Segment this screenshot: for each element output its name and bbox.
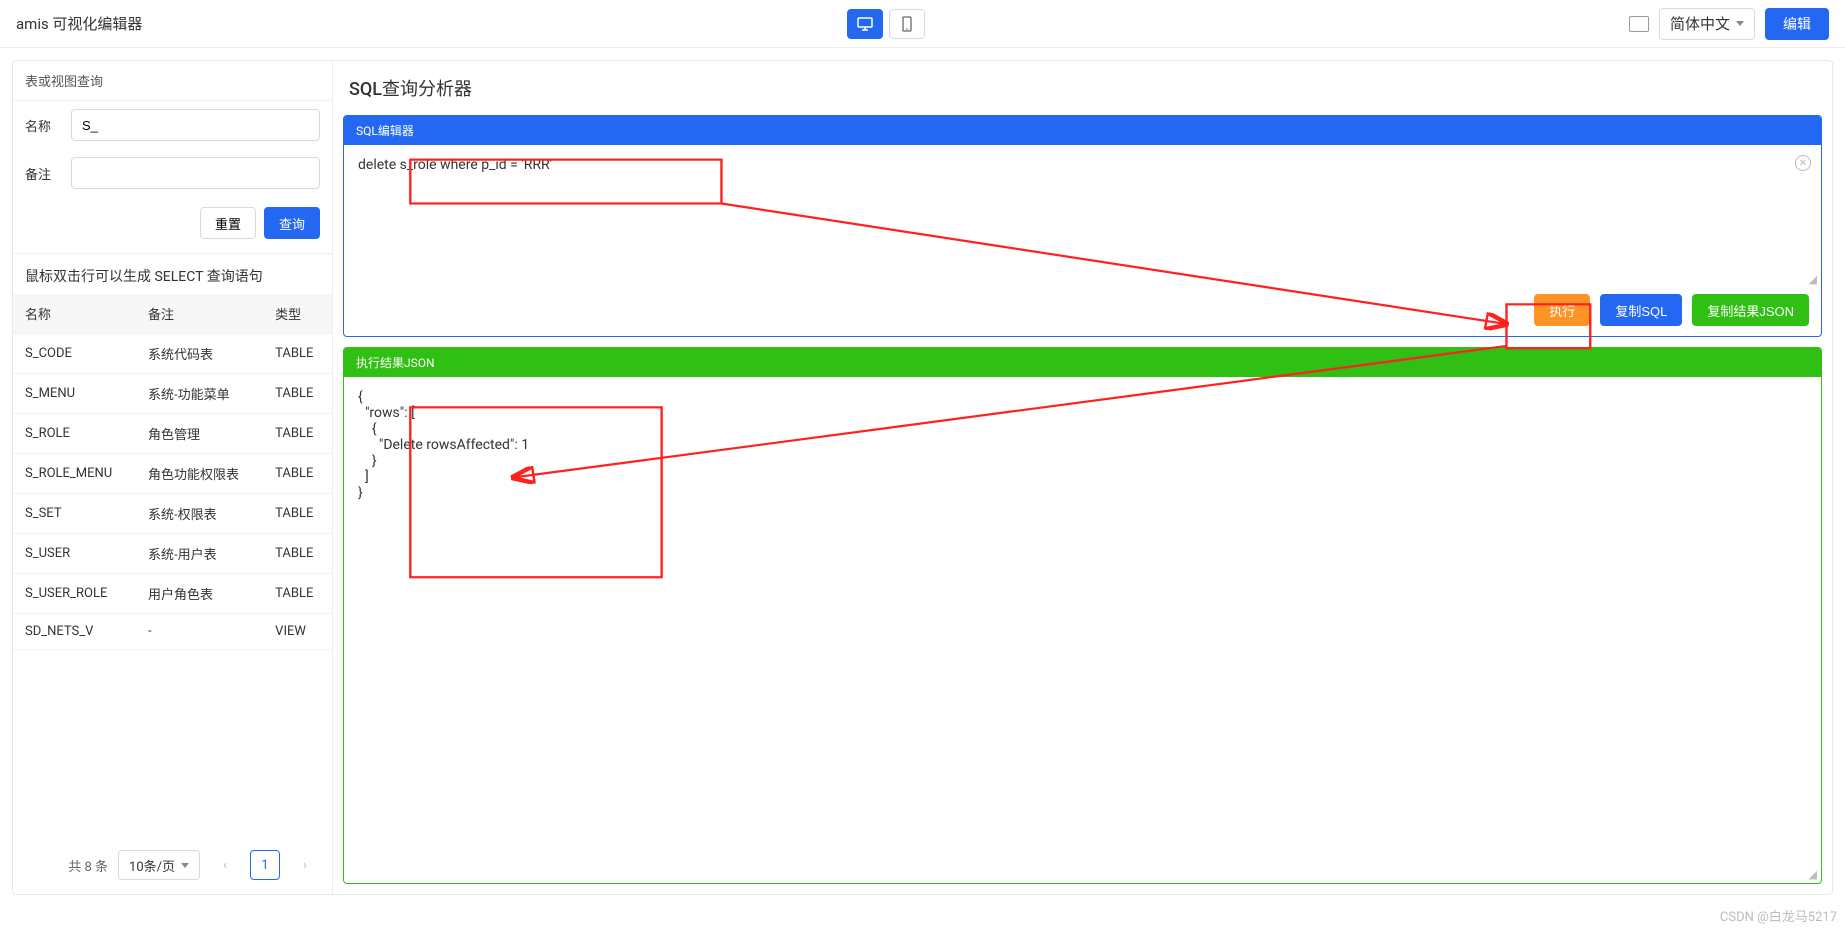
- canvas: 表或视图查询 名称 备注 重置 查询 鼠标双击行可以生成 SELECT 查询语句…: [12, 60, 1833, 895]
- page-1[interactable]: 1: [250, 850, 280, 880]
- cell-remark: 系统-功能菜单: [136, 374, 263, 414]
- remark-input[interactable]: [71, 157, 320, 189]
- col-name: 名称: [13, 294, 136, 334]
- cell-remark: 角色功能权限表: [136, 454, 263, 494]
- pagination: 共 8 条 10条/页 ‹ 1 ›: [13, 836, 332, 894]
- col-remark: 备注: [136, 294, 263, 334]
- form-actions: 重置 查询: [13, 197, 332, 254]
- watermark: CSDN @白龙马5217: [1720, 906, 1837, 925]
- cell-type: TABLE: [263, 534, 332, 574]
- device-mobile-button[interactable]: [889, 9, 925, 39]
- copy-json-button[interactable]: 复制结果JSON: [1692, 294, 1809, 326]
- resize-handle[interactable]: ◢: [1805, 868, 1821, 883]
- table-row[interactable]: S_MENU系统-功能菜单TABLE: [13, 374, 332, 414]
- page-next[interactable]: ›: [290, 850, 320, 880]
- cell-type: TABLE: [263, 574, 332, 614]
- cell-name: S_SET: [13, 494, 136, 534]
- table-row[interactable]: S_CODE系统代码表TABLE: [13, 334, 332, 374]
- name-input[interactable]: [71, 109, 320, 141]
- cell-remark: 系统-权限表: [136, 494, 263, 534]
- table-row[interactable]: S_USER系统-用户表TABLE: [13, 534, 332, 574]
- keyboard-icon[interactable]: [1629, 16, 1649, 32]
- cell-type: TABLE: [263, 374, 332, 414]
- table-row[interactable]: S_ROLE角色管理TABLE: [13, 414, 332, 454]
- cell-name: S_ROLE_MENU: [13, 454, 136, 494]
- language-label: 简体中文: [1670, 13, 1730, 34]
- topbar: amis 可视化编辑器 简体中文 编辑: [0, 0, 1845, 48]
- per-page-select[interactable]: 10条/页: [118, 850, 200, 880]
- cell-remark: 用户角色表: [136, 574, 263, 614]
- sql-editor-section: SQL编辑器 ✕ ◢ 执行 复制SQL 复制结果JSON: [343, 115, 1822, 337]
- remark-row: 备注: [13, 149, 332, 197]
- table-row[interactable]: SD_NETS_V-VIEW: [13, 614, 332, 650]
- sidebar-hint: 鼠标双击行可以生成 SELECT 查询语句: [13, 254, 332, 294]
- cell-name: S_USER_ROLE: [13, 574, 136, 614]
- cell-remark: 角色管理: [136, 414, 263, 454]
- remark-label: 备注: [25, 164, 61, 183]
- table-row[interactable]: S_SET系统-权限表TABLE: [13, 494, 332, 534]
- cell-name: S_MENU: [13, 374, 136, 414]
- app-title: amis 可视化编辑器: [16, 13, 142, 34]
- page-prev[interactable]: ‹: [210, 850, 240, 880]
- name-label: 名称: [25, 116, 61, 135]
- col-type: 类型: [263, 294, 332, 334]
- execute-button[interactable]: 执行: [1534, 294, 1590, 326]
- cell-type: VIEW: [263, 614, 332, 650]
- cell-name: S_ROLE: [13, 414, 136, 454]
- cell-type: TABLE: [263, 414, 332, 454]
- workspace: 表或视图查询 名称 备注 重置 查询 鼠标双击行可以生成 SELECT 查询语句…: [0, 48, 1845, 907]
- sql-actions: 执行 复制SQL 复制结果JSON: [344, 288, 1821, 336]
- cell-name: S_USER: [13, 534, 136, 574]
- edit-button[interactable]: 编辑: [1765, 8, 1829, 40]
- copy-sql-button[interactable]: 复制SQL: [1600, 294, 1682, 326]
- pagination-total: 共 8 条: [68, 856, 108, 875]
- cell-name: S_CODE: [13, 334, 136, 374]
- language-select[interactable]: 简体中文: [1659, 8, 1755, 40]
- cell-type: TABLE: [263, 334, 332, 374]
- cell-name: SD_NETS_V: [13, 614, 136, 650]
- query-button[interactable]: 查询: [264, 207, 320, 239]
- clear-icon[interactable]: ✕: [1795, 155, 1811, 171]
- tables-list: 名称 备注 类型 S_CODE系统代码表TABLES_MENU系统-功能菜单TA…: [13, 294, 332, 650]
- sql-editor: ✕: [344, 145, 1821, 273]
- table-row[interactable]: S_USER_ROLE用户角色表TABLE: [13, 574, 332, 614]
- cell-type: TABLE: [263, 494, 332, 534]
- main-title: SQL查询分析器: [333, 61, 1832, 115]
- result-section: 执行结果JSON { "rows": [ { "Delete rowsAffec…: [343, 347, 1822, 884]
- result-json: { "rows": [ { "Delete rowsAffected": 1 }…: [344, 377, 1821, 868]
- per-page-label: 10条/页: [129, 856, 175, 875]
- table-header-row: 名称 备注 类型: [13, 294, 332, 334]
- chevron-down-icon: [181, 863, 189, 868]
- cell-remark: 系统-用户表: [136, 534, 263, 574]
- chevron-down-icon: [1736, 21, 1744, 26]
- device-switch: [142, 9, 1629, 39]
- cell-remark: 系统代码表: [136, 334, 263, 374]
- mobile-icon: [902, 16, 912, 32]
- name-row: 名称: [13, 101, 332, 149]
- resize-handle[interactable]: ◢: [1805, 273, 1821, 288]
- cell-type: TABLE: [263, 454, 332, 494]
- sidebar-panel-title: 表或视图查询: [13, 61, 332, 101]
- sidebar: 表或视图查询 名称 备注 重置 查询 鼠标双击行可以生成 SELECT 查询语句…: [13, 61, 333, 894]
- result-head: 执行结果JSON: [344, 348, 1821, 377]
- sql-editor-head: SQL编辑器: [344, 116, 1821, 145]
- device-desktop-button[interactable]: [847, 9, 883, 39]
- table-row[interactable]: S_ROLE_MENU角色功能权限表TABLE: [13, 454, 332, 494]
- main: SQL查询分析器 SQL编辑器 ✕ ◢ 执行 复制SQL 复制结果JSON 执行…: [333, 61, 1832, 894]
- desktop-icon: [857, 17, 873, 31]
- reset-button[interactable]: 重置: [200, 207, 256, 239]
- cell-remark: -: [136, 614, 263, 650]
- sql-textarea[interactable]: [358, 157, 1807, 261]
